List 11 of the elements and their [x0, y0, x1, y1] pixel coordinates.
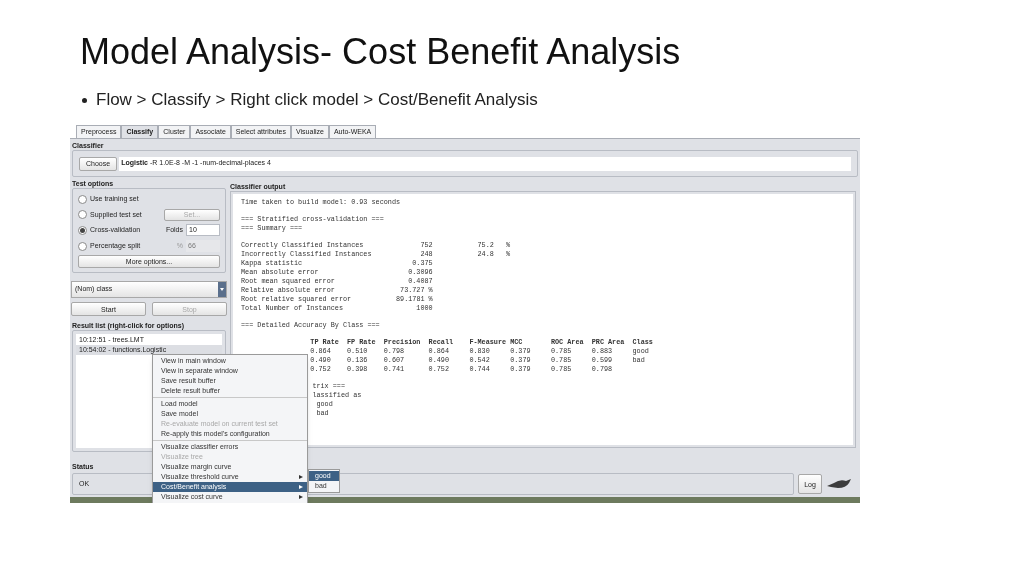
caret-icon [218, 282, 226, 297]
radio-button[interactable] [78, 194, 87, 204]
submenu-arrow-icon [299, 495, 303, 499]
bullet-text: Flow > Classify > Right click model > Cost/Benefit Analysis [96, 89, 538, 112]
bird-icon [826, 477, 852, 491]
slide-title: Model Analysis- Cost Benefit Analysis [80, 30, 682, 74]
submenu-arrow-icon [299, 485, 303, 489]
radio-button[interactable] [78, 226, 87, 235]
radio-button[interactable] [78, 210, 87, 220]
radio-button[interactable] [78, 241, 87, 251]
bullet-icon [82, 97, 87, 103]
